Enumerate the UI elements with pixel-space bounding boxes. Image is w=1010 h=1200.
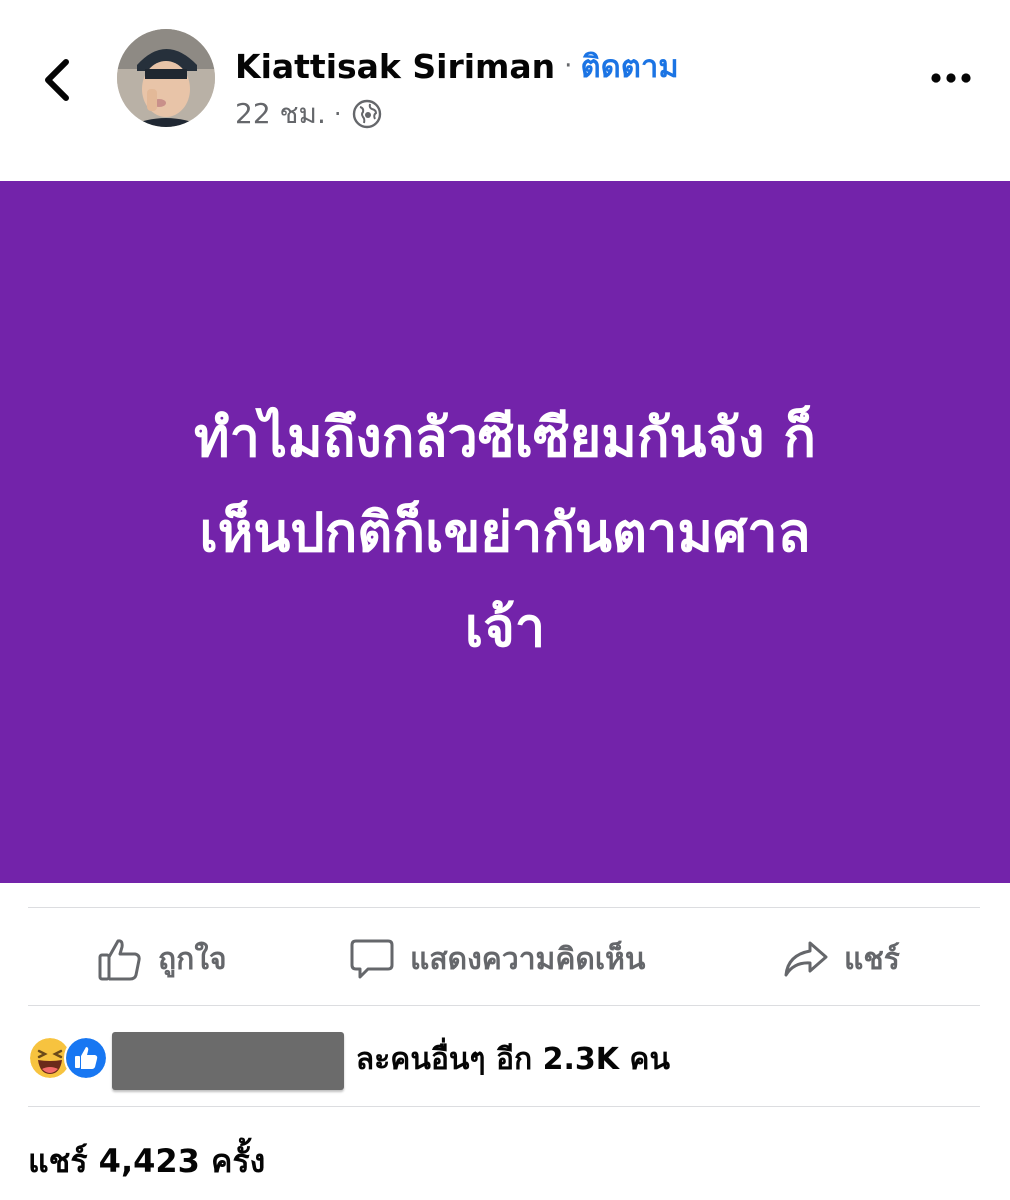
author-line: Kiattisak Siriman · ติดตาม [235, 42, 679, 90]
back-button[interactable] [28, 50, 88, 110]
profile-photo [117, 29, 215, 127]
share-label: แชร์ [844, 941, 900, 977]
separator-dot: · [564, 51, 573, 81]
thumbs-up-icon [98, 939, 141, 981]
comment-label: แสดงความคิดเห็น [410, 941, 646, 977]
divider [28, 1005, 980, 1006]
more-horizontal-icon [931, 73, 971, 83]
follow-link[interactable]: ติดตาม [580, 41, 678, 91]
like-label: ถูกใจ [158, 941, 227, 977]
author-name[interactable]: Kiattisak Siriman [235, 47, 555, 86]
share-arrow-icon [784, 941, 828, 977]
more-options-button[interactable] [930, 70, 972, 86]
like-reaction-icon [64, 1036, 108, 1080]
share-count[interactable]: แชร์ 4,423 ครั้ง [28, 1136, 265, 1186]
post-meta: 22 ชม. · [235, 94, 382, 134]
avatar[interactable] [117, 29, 215, 127]
post-text-line: เห็นปกติก็เขย่ากันตามศาล [199, 500, 811, 564]
reaction-icons[interactable] [28, 1030, 108, 1086]
post-text: ทำไมถึงกลัวซีเซียมกันจัง ก็ เห็นปกติก็เข… [85, 390, 925, 675]
post-timestamp[interactable]: 22 ชม. [235, 92, 326, 136]
like-button[interactable]: ถูกใจ [96, 928, 227, 990]
chevron-left-icon [45, 59, 69, 101]
comment-button[interactable]: แสดงความคิดเห็น [348, 928, 645, 990]
share-button[interactable]: แชร์ [782, 928, 900, 990]
time-separator: · [333, 100, 342, 128]
post-text-line: เจ้า [464, 595, 546, 659]
divider [28, 1106, 980, 1107]
redaction-box [112, 1032, 344, 1090]
text-post-background[interactable]: ทำไมถึงกลัวซีเซียมกันจัง ก็ เห็นปกติก็เข… [0, 181, 1010, 883]
divider [28, 907, 980, 908]
comment-icon [350, 939, 394, 979]
globe-icon [352, 99, 381, 129]
post-text-line: ทำไมถึงกลัวซีเซียมกันจัง ก็ [194, 405, 816, 469]
